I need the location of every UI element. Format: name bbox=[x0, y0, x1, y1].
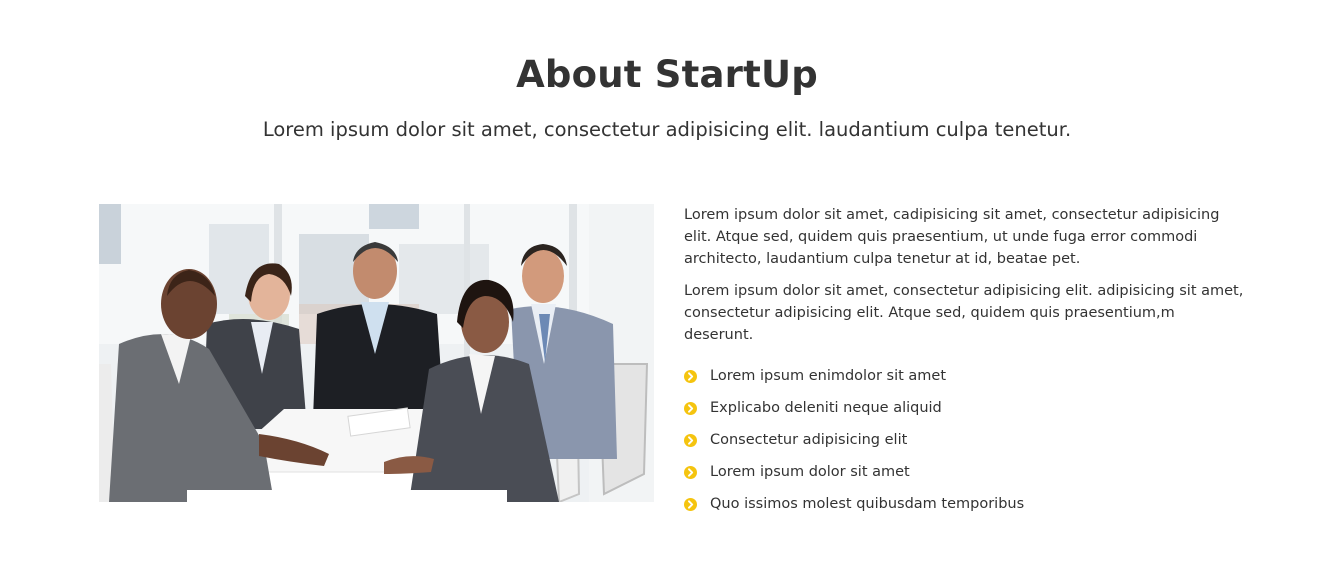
chevron-circle-right-icon bbox=[684, 465, 697, 479]
list-item: Lorem ipsum dolor sit amet bbox=[684, 456, 1244, 488]
list-item: Consectetur adipisicing elit bbox=[684, 424, 1244, 456]
list-item-label: Lorem ipsum dolor sit amet bbox=[710, 464, 910, 480]
about-paragraph-1: Lorem ipsum dolor sit amet, cadipisicing… bbox=[684, 207, 1220, 267]
list-item: Lorem ipsum enimdolor sit amet bbox=[684, 360, 1244, 392]
list-item-label: Quo issimos molest quibusdam temporibus bbox=[710, 496, 1025, 512]
list-item-label: Explicabo deleniti neque aliquid bbox=[710, 400, 942, 416]
chevron-circle-right-icon bbox=[684, 433, 697, 447]
chevron-circle-right-icon bbox=[684, 401, 697, 415]
section-subtitle: Lorem ipsum dolor sit amet, consectetur … bbox=[262, 118, 1072, 141]
section-title: About StartUp bbox=[516, 53, 818, 96]
team-meeting-photo bbox=[99, 204, 654, 502]
about-section: About StartUp Lorem ipsum dolor sit amet… bbox=[0, 0, 1334, 584]
list-item: Explicabo deleniti neque aliquid bbox=[684, 392, 1244, 424]
chevron-circle-right-icon bbox=[684, 369, 697, 383]
feature-list: Lorem ipsum enimdolor sit amet Explicabo… bbox=[684, 360, 1244, 520]
chevron-circle-right-icon bbox=[684, 497, 697, 511]
list-item-label: Consectetur adipisicing elit bbox=[710, 432, 908, 448]
about-content: Lorem ipsum dolor sit amet, cadipisicing… bbox=[684, 204, 1244, 520]
list-item-label: Lorem ipsum enimdolor sit amet bbox=[710, 368, 947, 384]
about-paragraph-2: Lorem ipsum dolor sit amet, consectetur … bbox=[684, 283, 1244, 343]
list-item: Quo issimos molest quibusdam temporibus bbox=[684, 488, 1244, 520]
